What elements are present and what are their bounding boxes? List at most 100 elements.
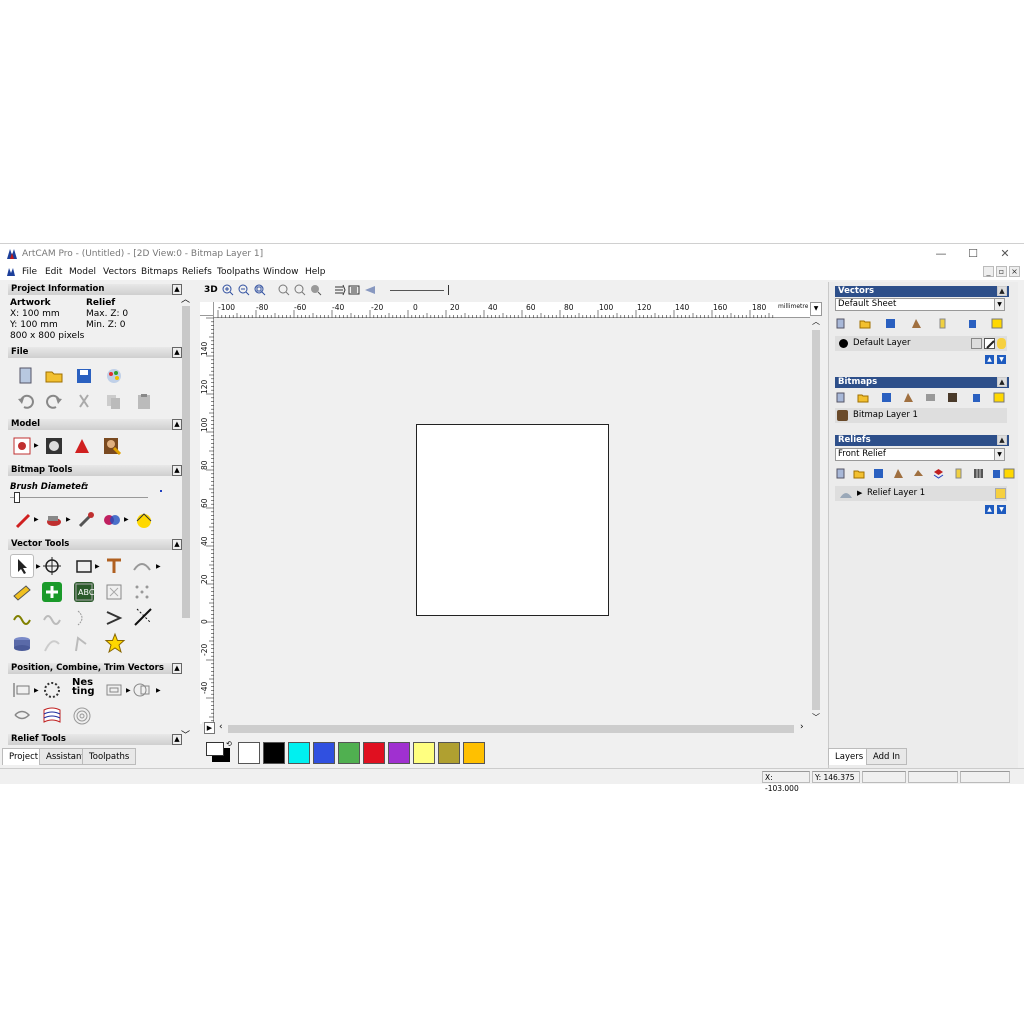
spiral-icon[interactable] (72, 706, 92, 726)
canvas-horizontal-scrollbar[interactable]: ▶ ‹ › (202, 722, 810, 736)
paste-icon[interactable] (134, 392, 154, 412)
file-header[interactable]: File ▲ (8, 347, 182, 358)
dropdown-arrow-icon[interactable]: ▶ (36, 563, 41, 570)
open-folder-icon[interactable] (853, 468, 865, 479)
view-3d-button[interactable]: 3D (204, 285, 218, 295)
menu-bitmaps[interactable]: Bitmaps (141, 267, 178, 277)
measure-icon[interactable] (12, 582, 32, 602)
rectangle-icon[interactable] (74, 556, 94, 576)
color-swatch[interactable] (263, 742, 285, 764)
delete-layer-icon[interactable] (967, 318, 978, 329)
chevron-down-icon[interactable]: ▼ (994, 448, 1005, 461)
relief-select[interactable]: Front Relief ▼ (835, 448, 1005, 461)
pen-icon[interactable] (14, 510, 34, 530)
bulb-icon[interactable] (995, 488, 1006, 499)
bezier-icon[interactable] (72, 634, 92, 654)
relief-layer-row[interactable]: ▶ Relief Layer 1 (835, 486, 1007, 501)
scroll-thumb[interactable] (182, 306, 190, 618)
layers-stack-icon[interactable] (933, 468, 944, 479)
color-swatch[interactable] (363, 742, 385, 764)
dropdown-arrow-icon[interactable]: ▶ (124, 516, 129, 523)
menu-window[interactable]: Window (263, 267, 299, 277)
position-vectors-header[interactable]: Position, Combine, Trim Vectors ▲ (8, 663, 182, 674)
save-icon[interactable] (881, 392, 892, 403)
text-tool-icon[interactable] (104, 556, 124, 576)
color-swatch[interactable] (313, 742, 335, 764)
brush-slider-thumb[interactable] (14, 492, 20, 503)
star-icon[interactable] (104, 632, 126, 654)
bitmap-to-vector-icon[interactable] (104, 582, 124, 602)
menu-edit[interactable]: Edit (45, 267, 62, 277)
smooth-curve-icon[interactable] (42, 608, 62, 628)
zoom-out-icon[interactable] (238, 284, 250, 296)
close-button[interactable]: ✕ (990, 246, 1020, 262)
edit-pen-icon[interactable] (984, 338, 995, 349)
mdi-restore-button[interactable]: ▫ (996, 266, 1007, 277)
color-swatch[interactable] (413, 742, 435, 764)
view-slider-track[interactable] (390, 290, 444, 291)
redo-icon[interactable] (44, 392, 64, 412)
transform-icon[interactable] (42, 556, 62, 576)
align-icon[interactable] (12, 680, 32, 700)
model-relief-icon[interactable] (72, 436, 92, 456)
offset-icon[interactable] (12, 706, 32, 726)
bulb-icon[interactable] (937, 318, 948, 329)
cut-icon[interactable] (74, 392, 94, 412)
move-down-icon[interactable]: ▼ (997, 355, 1006, 364)
model-header[interactable]: Model ▲ (8, 419, 182, 430)
vector-shape-icon[interactable] (132, 556, 152, 576)
maximize-button[interactable]: ☐ (958, 246, 988, 262)
dropdown-arrow-icon[interactable]: ▶ (156, 687, 161, 694)
pan-icon[interactable] (334, 284, 346, 296)
color-swatch[interactable] (288, 742, 310, 764)
menu-model[interactable]: Model (69, 267, 96, 277)
dropdown-arrow-icon[interactable]: ▶ (34, 442, 39, 449)
scroll-thumb[interactable] (812, 330, 820, 710)
move-up-icon[interactable]: ▲ (985, 355, 994, 364)
primary-secondary-color-icon[interactable]: ⟲ (204, 740, 232, 764)
zoom-previous-icon[interactable] (278, 284, 290, 296)
color-swatch[interactable] (338, 742, 360, 764)
flag-icon[interactable] (42, 706, 62, 726)
select-arrow-icon[interactable] (10, 554, 34, 578)
scroll-right-icon[interactable]: › (800, 722, 804, 732)
menu-reliefs[interactable]: Reliefs (182, 267, 212, 277)
swap-colors-icon[interactable]: ⟲ (226, 740, 234, 748)
visibility-icon[interactable] (1003, 468, 1015, 479)
collapse-icon[interactable]: ▲ (997, 435, 1007, 445)
bulb-icon[interactable] (953, 468, 964, 479)
delete-layer-icon[interactable] (991, 468, 1002, 479)
dropdown-arrow-icon[interactable]: ▶ (95, 563, 100, 570)
dropdown-arrow-icon[interactable]: ▶ (34, 516, 39, 523)
mdi-close-button[interactable]: × (1009, 266, 1020, 277)
new-relief-icon[interactable] (835, 468, 846, 479)
scroll-thumb[interactable] (228, 725, 794, 733)
group-icon[interactable] (104, 680, 124, 700)
relief-tools-header[interactable]: Relief Tools ▲ (8, 734, 182, 745)
save-icon[interactable] (74, 366, 94, 386)
canvas-vertical-scrollbar[interactable]: ︿ ﹀ (810, 316, 822, 724)
node-edit-icon[interactable] (42, 582, 62, 602)
spline-icon[interactable] (42, 634, 62, 654)
undo-icon[interactable] (16, 392, 36, 412)
snap-grid-icon[interactable] (132, 582, 152, 602)
save-icon[interactable] (885, 318, 896, 329)
import-icon[interactable] (893, 468, 904, 479)
left-panel-scrollbar[interactable]: ︿ ﹀ (180, 292, 192, 744)
scroll-down-icon[interactable]: ﹀ (181, 728, 190, 741)
lock-icon[interactable] (971, 338, 982, 349)
open-folder-icon[interactable] (859, 318, 871, 329)
bitmap-to-vector-icon[interactable] (925, 392, 936, 403)
weld-icon[interactable] (42, 680, 62, 700)
extrude-icon[interactable] (12, 634, 32, 654)
chevron-vector-icon[interactable] (104, 608, 124, 628)
scroll-up-icon[interactable]: ︿ (812, 316, 820, 327)
mdi-minimize-button[interactable]: _ (983, 266, 994, 277)
open-folder-icon[interactable] (44, 366, 64, 386)
artboard[interactable] (416, 424, 609, 616)
grid-icon[interactable] (973, 468, 984, 479)
scroll-left-end-icon[interactable]: ▶ (204, 722, 215, 734)
color-swatch[interactable] (238, 742, 260, 764)
zoom-selection-icon[interactable] (294, 284, 306, 296)
move-down-icon[interactable]: ▼ (997, 505, 1006, 514)
